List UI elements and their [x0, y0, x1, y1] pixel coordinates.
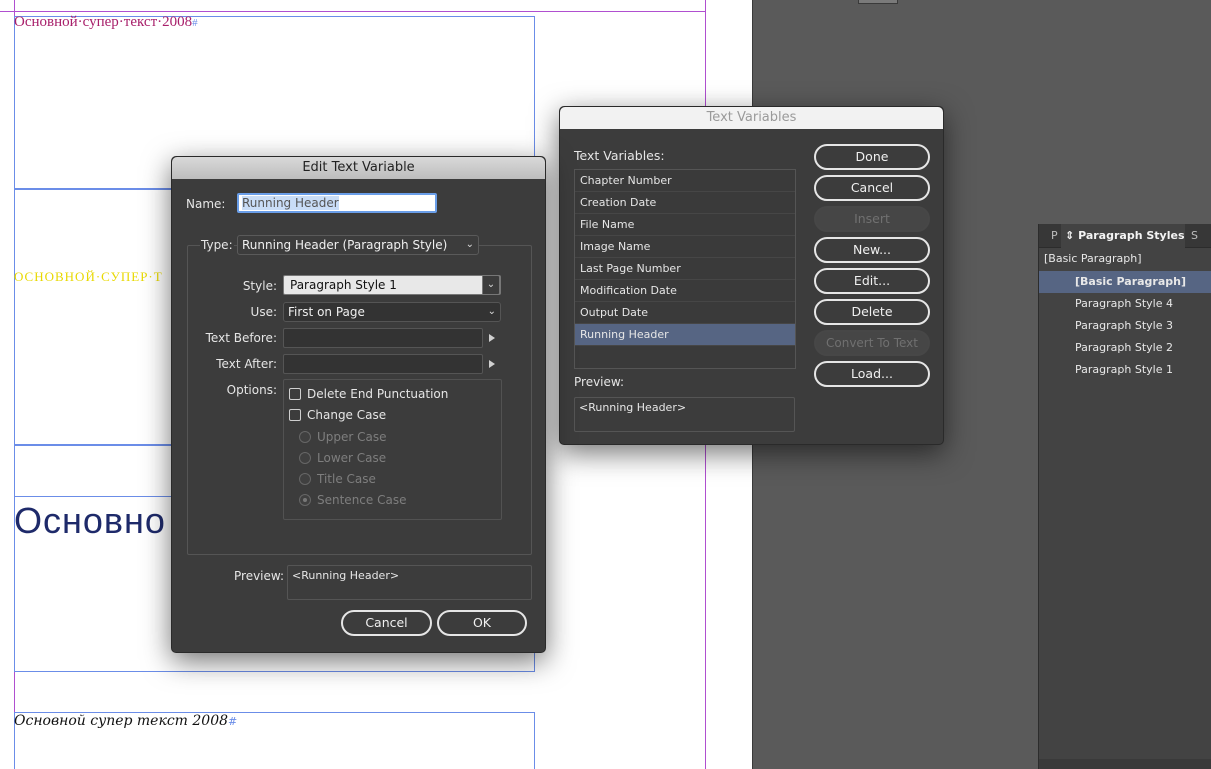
chevron-down-icon: ⌄ [482, 275, 500, 295]
upper-case-label: Upper Case [317, 430, 387, 444]
cancel-button[interactable]: Cancel [814, 175, 930, 201]
change-case-label: Change Case [307, 408, 387, 422]
text-after-input[interactable] [283, 354, 483, 374]
options-label: Options: [226, 383, 277, 397]
dialog-title: Edit Text Variable [172, 157, 545, 179]
tab-left[interactable]: P [1051, 224, 1058, 248]
preview-label: Preview: [574, 375, 625, 389]
margin-guide-top [0, 11, 706, 12]
style-select[interactable]: Paragraph Style 1 ⌄ [283, 275, 501, 295]
sentence-case-radio[interactable] [299, 494, 311, 506]
delete-button[interactable]: Delete [814, 299, 930, 325]
load-button[interactable]: Load... [814, 361, 930, 387]
sample-text-serif: Основной·супер·текст·2008# [14, 14, 198, 30]
type-label: Type: [200, 238, 234, 252]
sentence-case-label: Sentence Case [317, 493, 407, 507]
use-select[interactable]: First on Page ⌄ [283, 302, 501, 322]
list-item[interactable]: Modification Date [575, 280, 795, 302]
edit-text-variable-dialog: Edit Text Variable Name: Running Header … [171, 156, 546, 653]
upper-case-radio[interactable] [299, 431, 311, 443]
chevron-down-icon: ⌄ [487, 306, 496, 317]
pasteboard-tab [858, 0, 898, 4]
panel-tab-bar: P ⇕ Paragraph Styles S [1039, 224, 1211, 248]
sample-text-caps: ОСНОВНОЙ·СУПЕР·Т [14, 269, 163, 284]
preview-field: <Running Header> [287, 565, 532, 600]
text-before-label: Text Before: [205, 331, 277, 345]
paragraph-styles-panel: P ⇕ Paragraph Styles S [Basic Paragraph]… [1038, 224, 1211, 769]
insert-special-arrow-icon[interactable] [489, 360, 495, 368]
preview-label: Preview: [234, 569, 285, 583]
text-variables-dialog: Text Variables Text Variables: Chapter N… [559, 106, 944, 445]
sample-text-large: Основно [14, 500, 166, 541]
list-item-selected[interactable]: Running Header [575, 324, 795, 346]
title-case-radio[interactable] [299, 473, 311, 485]
tab-right[interactable]: S [1191, 224, 1198, 248]
delete-punctuation-checkbox[interactable] [289, 388, 301, 400]
insert-button[interactable]: Insert [814, 206, 930, 232]
new-button[interactable]: New... [814, 237, 930, 263]
lower-case-radio[interactable] [299, 452, 311, 464]
style-label: Style: [242, 279, 277, 293]
tab-paragraph-styles[interactable]: ⇕ Paragraph Styles [1061, 224, 1185, 248]
chevron-down-icon: ⌄ [465, 239, 474, 250]
list-item[interactable]: Last Page Number [575, 258, 795, 280]
done-button[interactable]: Done [814, 144, 930, 170]
text-after-label: Text After: [216, 357, 277, 371]
list-item[interactable]: Image Name [575, 236, 795, 258]
type-select[interactable]: Running Header (Paragraph Style) ⌄ [237, 235, 479, 255]
edit-button[interactable]: Edit... [814, 268, 930, 294]
sort-arrows-icon: ⇕ [1065, 229, 1075, 242]
lower-case-label: Lower Case [317, 451, 387, 465]
sample-text-script: Основной супер текст 2008# [14, 713, 238, 729]
insert-special-arrow-icon[interactable] [489, 334, 495, 342]
dialog-title: Text Variables [560, 107, 943, 129]
panel-footer [1039, 759, 1211, 769]
change-case-checkbox[interactable] [289, 409, 301, 421]
current-style-label: [Basic Paragraph] [1044, 252, 1142, 265]
name-input[interactable]: Running Header [237, 193, 437, 213]
variable-list[interactable]: Chapter Number Creation Date File Name I… [574, 169, 796, 369]
style-item-3[interactable]: Paragraph Style 3 [1039, 315, 1211, 337]
list-item[interactable]: Chapter Number [575, 170, 795, 192]
preview-field: <Running Header> [574, 397, 795, 432]
text-before-input[interactable] [283, 328, 483, 348]
title-case-label: Title Case [317, 472, 376, 486]
cancel-button[interactable]: Cancel [341, 610, 432, 636]
convert-to-text-button[interactable]: Convert To Text [814, 330, 930, 356]
list-item[interactable]: File Name [575, 214, 795, 236]
use-label: Use: [250, 305, 277, 319]
text-variables-label: Text Variables: [574, 148, 665, 163]
list-item[interactable]: Creation Date [575, 192, 795, 214]
style-item-4[interactable]: Paragraph Style 4 [1039, 293, 1211, 315]
name-label: Name: [186, 197, 226, 211]
style-item-basic[interactable]: [Basic Paragraph] [1039, 271, 1211, 293]
style-item-1[interactable]: Paragraph Style 1 [1039, 359, 1211, 381]
list-item[interactable]: Output Date [575, 302, 795, 324]
style-item-2[interactable]: Paragraph Style 2 [1039, 337, 1211, 359]
delete-punctuation-label: Delete End Punctuation [307, 387, 449, 401]
ok-button[interactable]: OK [437, 610, 527, 636]
